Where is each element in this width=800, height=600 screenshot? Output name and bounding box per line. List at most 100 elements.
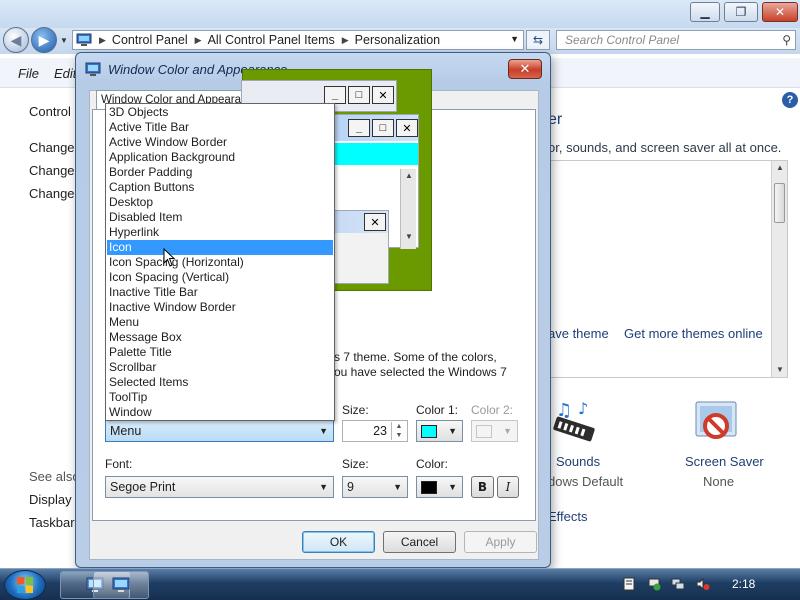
- color1-label: Color 1:: [416, 403, 459, 417]
- dropdown-option[interactable]: Menu: [107, 315, 333, 330]
- close-icon: ✕: [519, 61, 531, 76]
- dropdown-option[interactable]: Icon Spacing (Horizontal): [107, 255, 333, 270]
- volume-muted-icon[interactable]: [696, 577, 710, 591]
- font-size-value: 9: [347, 480, 354, 494]
- taskbar-appearance-button[interactable]: [93, 571, 149, 599]
- font-label: Font:: [105, 457, 133, 471]
- maximize-button[interactable]: ❐: [724, 2, 758, 22]
- display-settings-icon: [85, 62, 101, 76]
- chevron-down-icon: ▼: [319, 482, 328, 492]
- dropdown-option[interactable]: ToolTip: [107, 390, 333, 405]
- sounds-label[interactable]: Sounds: [556, 454, 600, 469]
- color1-picker[interactable]: ▼: [416, 420, 463, 442]
- window-titlebar: [0, 0, 800, 28]
- screen-saver-label[interactable]: Screen Saver: [685, 454, 764, 469]
- address-bar[interactable]: ▶ Control Panel ▶ All Control Panel Item…: [72, 30, 524, 50]
- italic-button[interactable]: I: [497, 476, 519, 498]
- menu-edit[interactable]: Edit: [54, 66, 76, 81]
- dropdown-option[interactable]: Hyperlink: [107, 225, 333, 240]
- ok-button[interactable]: OK: [302, 531, 375, 553]
- back-button[interactable]: ◀: [3, 27, 29, 53]
- scroll-down-icon[interactable]: ▼: [772, 365, 788, 374]
- security-flag-icon[interactable]: [647, 577, 661, 591]
- minimize-button[interactable]: ▁: [690, 2, 720, 22]
- display-link[interactable]: Display: [29, 492, 72, 507]
- start-button[interactable]: [4, 570, 46, 600]
- item-select-value: Menu: [110, 424, 142, 438]
- dropdown-option[interactable]: 3D Objects: [107, 105, 333, 120]
- action-center-icon[interactable]: [622, 577, 636, 591]
- sounds-item[interactable]: ♫ ♪: [548, 398, 598, 451]
- dropdown-option[interactable]: Palette Title: [107, 345, 333, 360]
- screen-saver-item[interactable]: [692, 398, 742, 451]
- breadcrumb-separator[interactable]: ▶: [342, 35, 349, 46]
- windows-logo-icon: [17, 577, 33, 593]
- preview-scroll-down-icon: ▼: [405, 232, 413, 241]
- color2-label: Color 2:: [471, 403, 514, 417]
- dropdown-option[interactable]: Scrollbar: [107, 360, 333, 375]
- clock[interactable]: 2:18: [732, 577, 755, 591]
- search-input[interactable]: Search Control Panel ⚲: [556, 30, 796, 50]
- dropdown-option[interactable]: Disabled Item: [107, 210, 333, 225]
- close-button[interactable]: ✕: [762, 2, 798, 22]
- preview-maximize-icon: □: [348, 86, 370, 104]
- page-description: or, sounds, and screen saver all at once…: [548, 140, 782, 155]
- breadcrumb-separator[interactable]: ▶: [99, 35, 106, 46]
- chevron-down-icon: ▼: [448, 482, 457, 492]
- recent-pages-chevron-icon[interactable]: ▼: [60, 36, 68, 45]
- dropdown-option[interactable]: Active Window Border: [107, 135, 333, 150]
- menu-file[interactable]: File: [18, 66, 39, 81]
- item-dropdown-list[interactable]: 3D Objects Active Title Bar Active Window …: [105, 103, 335, 421]
- dropdown-option[interactable]: Application Background: [107, 150, 333, 165]
- forward-arrow-icon: ▶: [38, 31, 50, 48]
- dropdown-option[interactable]: Caption Buttons: [107, 180, 333, 195]
- font-size-select[interactable]: 9 ▼: [342, 476, 408, 498]
- cancel-button[interactable]: Cancel: [383, 531, 456, 553]
- ease-of-access-effects-link[interactable]: Effects: [548, 509, 588, 524]
- dropdown-option[interactable]: Inactive Title Bar: [107, 285, 333, 300]
- preview-maximize-icon: □: [372, 119, 394, 137]
- breadcrumb-control-panel[interactable]: Control Panel: [112, 33, 188, 47]
- color1-swatch: [421, 424, 437, 438]
- dropdown-option[interactable]: Active Title Bar: [107, 120, 333, 135]
- font-select[interactable]: Segoe Print ▼: [105, 476, 334, 498]
- size-spin-buttons[interactable]: ▲ ▼: [391, 422, 406, 440]
- bold-button[interactable]: B: [471, 476, 494, 498]
- mouse-pointer-icon: [163, 248, 176, 267]
- themes-scrollbar[interactable]: ▲ ▼: [771, 161, 787, 377]
- font-color-picker[interactable]: ▼: [416, 476, 463, 498]
- help-icon[interactable]: ?: [782, 92, 798, 108]
- apply-button[interactable]: Apply: [464, 531, 537, 553]
- refresh-button[interactable]: ⇆: [526, 30, 550, 50]
- dropdown-option[interactable]: Message Box: [107, 330, 333, 345]
- search-icon[interactable]: ⚲: [782, 33, 791, 47]
- breadcrumb-personalization[interactable]: Personalization: [355, 33, 440, 47]
- network-icon[interactable]: [671, 577, 685, 591]
- chevron-down-icon: ▼: [319, 426, 328, 436]
- scroll-up-icon[interactable]: ▲: [772, 163, 788, 172]
- scroll-thumb[interactable]: [774, 183, 785, 223]
- dropdown-option[interactable]: Window: [107, 405, 333, 420]
- font-select-value: Segoe Print: [110, 480, 176, 494]
- item-select[interactable]: Menu ▼: [105, 420, 334, 442]
- dialog-close-button[interactable]: ✕: [508, 59, 542, 79]
- dropdown-option[interactable]: Icon: [107, 240, 333, 255]
- dropdown-option[interactable]: Inactive Window Border: [107, 300, 333, 315]
- breadcrumb-all-items[interactable]: All Control Panel Items: [208, 33, 335, 47]
- forward-button[interactable]: ▶: [31, 27, 57, 53]
- font-color-swatch: [421, 480, 437, 494]
- sounds-icon: ♫ ♪: [553, 399, 595, 442]
- breadcrumb-separator[interactable]: ▶: [195, 35, 202, 46]
- dropdown-option[interactable]: Selected Items: [107, 375, 333, 390]
- dialog-description-line-2: ou have selected the Windows 7: [334, 365, 507, 379]
- get-more-themes-link[interactable]: Get more themes online: [624, 326, 763, 341]
- color2-swatch: [476, 424, 492, 438]
- item-size-stepper[interactable]: 23 ▲ ▼: [342, 420, 408, 442]
- themes-list[interactable]: ▲ ▼: [536, 160, 788, 378]
- color2-picker[interactable]: ▼: [471, 420, 518, 442]
- save-theme-link[interactable]: ave theme: [548, 326, 609, 341]
- dropdown-option[interactable]: Icon Spacing (Vertical): [107, 270, 333, 285]
- dropdown-option[interactable]: Desktop: [107, 195, 333, 210]
- dropdown-option[interactable]: Border Padding: [107, 165, 333, 180]
- address-dropdown-icon[interactable]: ▼: [510, 34, 519, 44]
